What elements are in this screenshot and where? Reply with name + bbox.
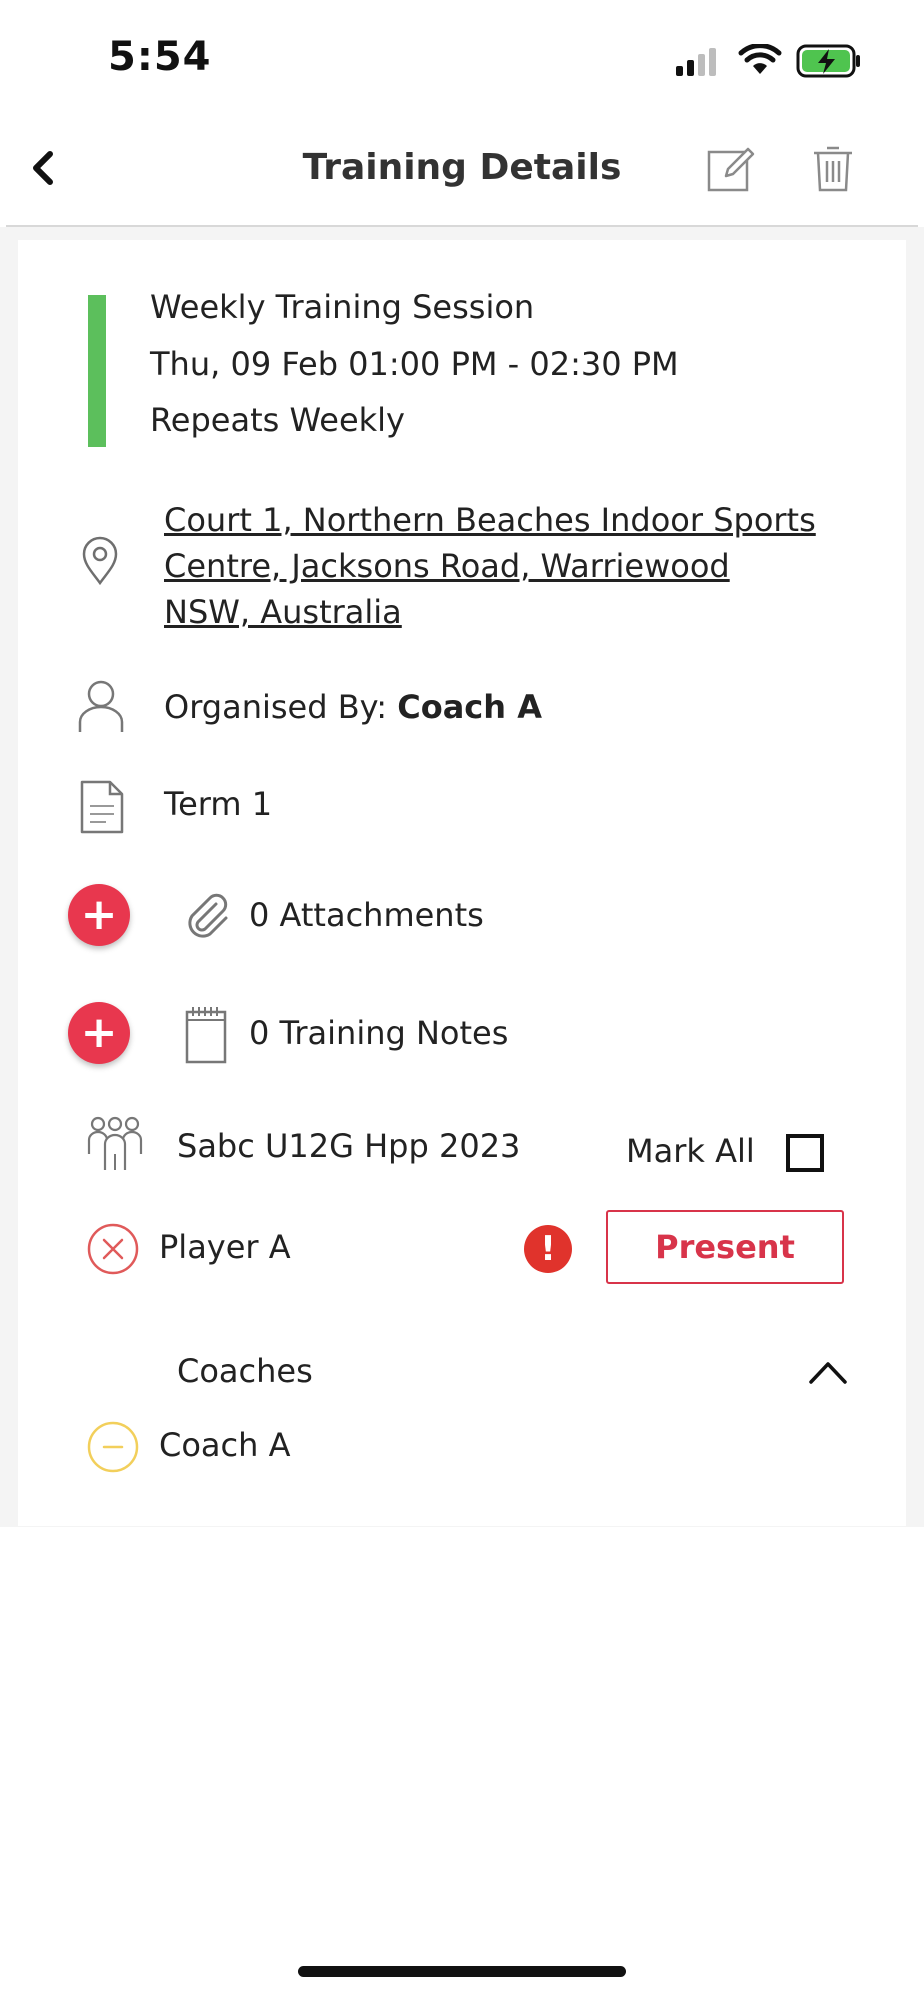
minus-circle-icon[interactable]	[86, 1420, 140, 1474]
player-name: Player A	[159, 1228, 291, 1266]
event-title: Weekly Training Session	[150, 288, 535, 326]
event-datetime: Thu, 09 Feb 01:00 PM - 02:30 PM	[150, 345, 679, 383]
battery-charging-icon	[796, 44, 862, 78]
home-indicator	[298, 1966, 626, 1977]
event-color-bar	[88, 295, 106, 447]
coach-name: Coach A	[159, 1426, 291, 1464]
organiser-name: Coach A	[397, 688, 542, 726]
term-label: Term 1	[164, 785, 273, 823]
delete-button[interactable]	[810, 144, 856, 194]
paperclip-icon	[182, 890, 232, 940]
x-circle-icon[interactable]	[86, 1222, 140, 1276]
event-repeat: Repeats Weekly	[150, 401, 405, 439]
present-button[interactable]: Present	[606, 1210, 844, 1284]
document-icon	[80, 780, 124, 834]
chevron-up-icon[interactable]	[808, 1356, 848, 1386]
organiser-label: Organised By:	[164, 688, 398, 726]
person-icon	[78, 678, 124, 734]
group-icon	[86, 1116, 144, 1172]
location-address-link[interactable]: Court 1, Northern Beaches Indoor Sports …	[164, 497, 824, 635]
page-title: Training Details	[302, 147, 622, 188]
add-note-button[interactable]: +	[68, 1002, 130, 1064]
notepad-icon	[184, 1004, 228, 1064]
wifi-icon	[738, 44, 782, 76]
organiser-row: Organised By: Coach A	[164, 691, 542, 723]
attachments-label[interactable]: 0 Attachments	[249, 899, 484, 931]
status-time: 5:54	[108, 34, 212, 80]
edit-icon	[707, 147, 755, 192]
mark-all-checkbox[interactable]	[786, 1134, 824, 1172]
notes-label[interactable]: 0 Training Notes	[249, 1017, 508, 1049]
coaches-section-label: Coaches	[177, 1352, 313, 1390]
mark-all-label: Mark All	[626, 1132, 755, 1170]
trash-icon	[814, 146, 852, 192]
cellular-signal-icon	[674, 46, 718, 76]
location-pin-icon	[80, 536, 120, 586]
edit-button[interactable]	[706, 144, 756, 194]
add-attachment-button[interactable]: +	[68, 884, 130, 946]
alert-icon: !	[524, 1225, 572, 1273]
team-name: Sabc U12G Hpp 2023	[177, 1127, 521, 1165]
